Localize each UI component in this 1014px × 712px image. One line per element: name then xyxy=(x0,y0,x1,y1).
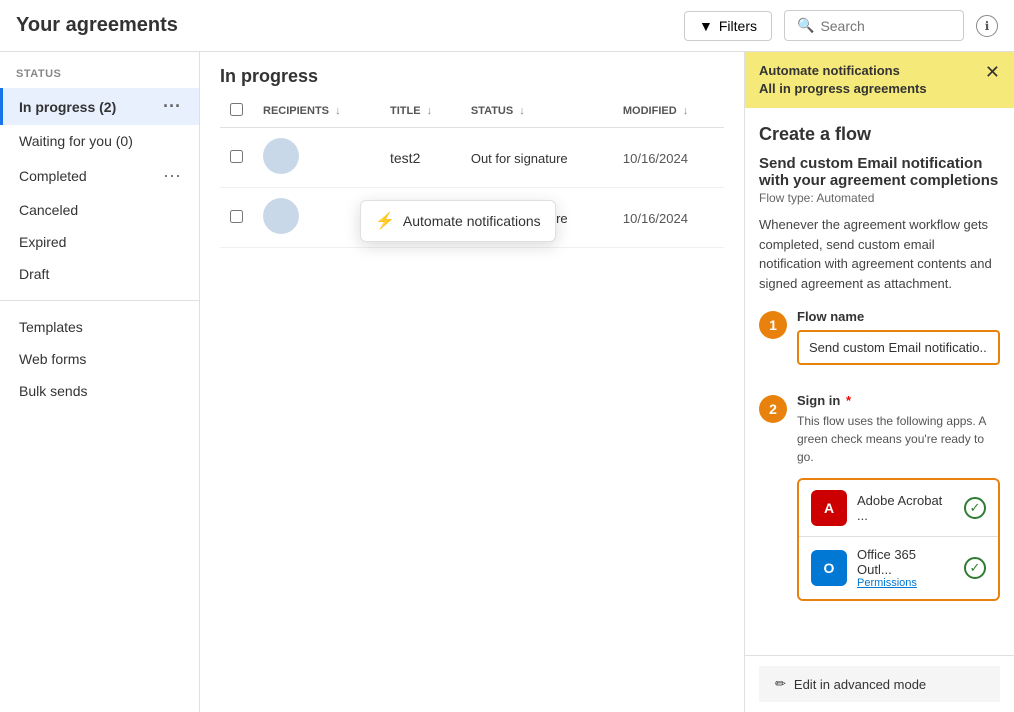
flow-name-label: Flow name xyxy=(797,309,1000,324)
adobe-icon: A xyxy=(811,490,847,526)
step-2-row: 2 Sign in * This flow uses the following… xyxy=(759,393,1000,617)
col-status: STATUS ↓ xyxy=(461,95,613,128)
sidebar-item-draft[interactable]: Draft xyxy=(0,258,199,290)
sidebar-dots-in-progress[interactable]: ··· xyxy=(161,96,183,117)
info-icon[interactable]: ℹ xyxy=(976,15,998,37)
signin-label: Sign in * xyxy=(797,393,1000,408)
office-permissions-link[interactable]: Permissions xyxy=(857,577,954,589)
page-title: Your agreements xyxy=(16,14,672,37)
content-area: In progress RECIPIENTS ↓ TITLE ↓ STATUS … xyxy=(200,52,744,712)
panel-header-text: Automate notifications All in progress a… xyxy=(759,62,927,98)
edit-advanced-button[interactable]: ✏ Edit in advanced mode xyxy=(759,666,1000,702)
search-icon: 🔍 xyxy=(797,17,814,34)
sidebar-item-templates[interactable]: Templates xyxy=(0,311,199,343)
step-1-circle: 1 xyxy=(759,311,787,339)
sidebar: STATUS In progress (2) ··· Waiting for y… xyxy=(0,52,200,712)
office-name: Office 365 Outl... Permissions xyxy=(857,547,954,589)
col-title: TITLE ↓ xyxy=(380,95,461,128)
flow-name-input[interactable] xyxy=(797,330,1000,365)
sidebar-item-bulk-sends[interactable]: Bulk sends xyxy=(0,375,199,407)
filter-icon: ▼ xyxy=(699,18,713,34)
section-title: In progress xyxy=(220,66,724,87)
panel-header: Automate notifications All in progress a… xyxy=(745,52,1014,108)
col-recipients: RECIPIENTS ↓ xyxy=(253,95,380,128)
adobe-check-icon: ✓ xyxy=(964,497,986,519)
signin-description: This flow uses the following apps. A gre… xyxy=(797,412,1000,466)
section-header: In progress xyxy=(200,52,744,95)
step-1-row: 1 Flow name xyxy=(759,309,1000,381)
sidebar-item-waiting[interactable]: Waiting for you (0) xyxy=(0,125,199,157)
sidebar-item-web-forms[interactable]: Web forms xyxy=(0,343,199,375)
adobe-name: Adobe Acrobat ... xyxy=(857,493,954,523)
app-list: A Adobe Acrobat ... ✓ O Office 365 Outl.… xyxy=(797,478,1000,601)
panel-subtitle: Send custom Email notification with your… xyxy=(759,155,1000,189)
step-2-circle: 2 xyxy=(759,395,787,423)
close-button[interactable]: ✕ xyxy=(985,62,1000,83)
select-all-checkbox[interactable] xyxy=(230,103,243,116)
avatar xyxy=(263,198,299,234)
automate-notifications-tooltip[interactable]: ⚡ Automate notifications xyxy=(360,200,556,242)
filter-button[interactable]: ▼ Filters xyxy=(684,11,772,41)
panel-body: Create a flow Send custom Email notifica… xyxy=(745,108,1014,655)
app-item-adobe[interactable]: A Adobe Acrobat ... ✓ xyxy=(799,480,998,536)
pencil-icon: ✏ xyxy=(775,676,786,692)
avatar xyxy=(263,138,299,174)
app-item-office[interactable]: O Office 365 Outl... Permissions ✓ xyxy=(799,536,998,599)
status-label: STATUS xyxy=(0,64,199,88)
automate-icon: ⚡ xyxy=(375,211,395,231)
panel-footer: ✏ Edit in advanced mode xyxy=(745,655,1014,712)
main-layout: STATUS In progress (2) ··· Waiting for y… xyxy=(0,52,1014,712)
col-modified: MODIFIED ↓ xyxy=(613,95,724,128)
agreement-title: test2 xyxy=(390,150,420,166)
right-panel: Automate notifications All in progress a… xyxy=(744,52,1014,712)
required-star: * xyxy=(846,393,851,408)
search-box: 🔍 xyxy=(784,10,964,41)
row-checkbox-1[interactable] xyxy=(230,150,243,163)
office-icon: O xyxy=(811,550,847,586)
panel-description: Whenever the agreement workflow gets com… xyxy=(759,215,1000,293)
create-flow-title: Create a flow xyxy=(759,124,1000,145)
flow-type: Flow type: Automated xyxy=(759,191,1000,205)
sidebar-item-canceled[interactable]: Canceled xyxy=(0,194,199,226)
table-row: test2 Out for signature 10/16/2024 xyxy=(220,128,724,188)
agreements-table-container: RECIPIENTS ↓ TITLE ↓ STATUS ↓ MODIFIED ↓… xyxy=(200,95,744,712)
sidebar-divider xyxy=(0,300,199,301)
row-checkbox-2[interactable] xyxy=(230,210,243,223)
agreement-modified: 10/16/2024 xyxy=(623,151,688,166)
panel-header-title-line1: Automate notifications xyxy=(759,62,927,80)
sidebar-item-expired[interactable]: Expired xyxy=(0,226,199,258)
search-input[interactable] xyxy=(820,18,950,34)
sidebar-item-completed[interactable]: Completed ··· xyxy=(0,157,199,194)
signin-section: Sign in * This flow uses the following a… xyxy=(797,393,1000,617)
agreement-modified: 10/16/2024 xyxy=(623,211,688,226)
flow-name-section: Flow name xyxy=(797,309,1000,365)
sidebar-item-in-progress[interactable]: In progress (2) ··· xyxy=(0,88,199,125)
tooltip-label: Automate notifications xyxy=(403,213,541,229)
page-header: Your agreements ▼ Filters 🔍 ℹ xyxy=(0,0,1014,52)
agreement-status: Out for signature xyxy=(471,151,568,166)
sidebar-dots-completed[interactable]: ··· xyxy=(161,165,183,186)
panel-header-title-line2: All in progress agreements xyxy=(759,80,927,98)
office-check-icon: ✓ xyxy=(964,557,986,579)
